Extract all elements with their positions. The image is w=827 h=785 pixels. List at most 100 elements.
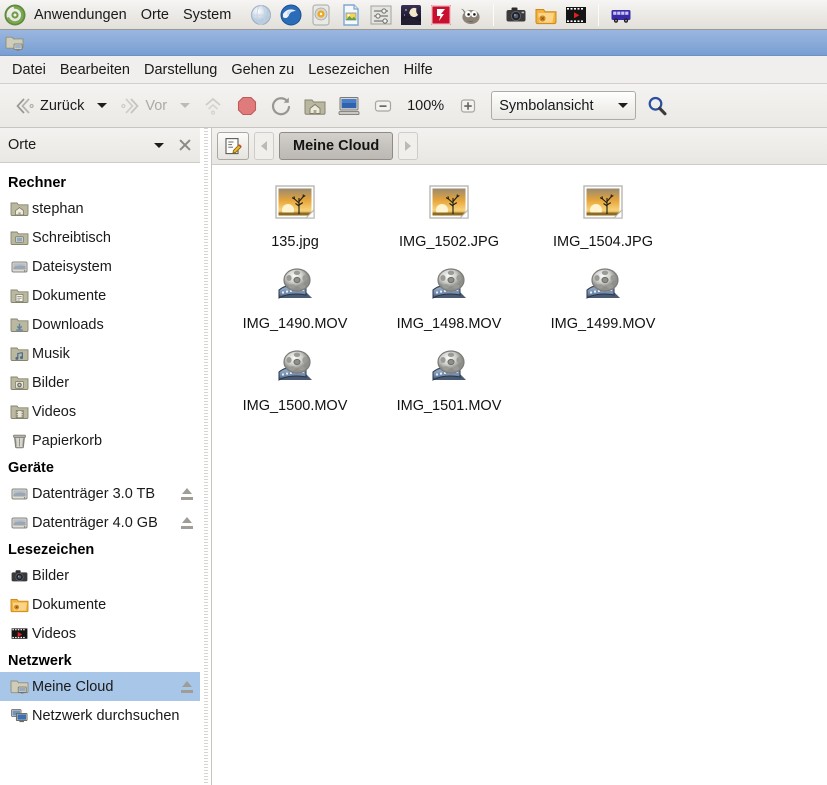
sidebar-group-header: Rechner	[8, 175, 67, 191]
sidebar-item-datentr-ger-3-0-tb[interactable]: Datenträger 3.0 TB	[0, 479, 200, 508]
camera-icon[interactable]	[504, 3, 528, 27]
menu-gehen-zu[interactable]: Gehen zu	[224, 58, 301, 82]
file-name-label: IMG_1498.MOV	[396, 316, 502, 332]
stop-button[interactable]	[230, 90, 264, 122]
zoom-in-button[interactable]	[451, 90, 485, 122]
gnome-footprint-logo-icon[interactable]	[4, 4, 26, 26]
file-item[interactable]: IMG_1498.MOV	[372, 266, 526, 348]
filezilla-icon[interactable]	[429, 3, 453, 27]
sidebar-item-papierkorb[interactable]: Papierkorb	[0, 426, 200, 455]
file-item[interactable]: IMG_1499.MOV	[526, 266, 680, 348]
sidebar-item-dateisystem[interactable]: Dateisystem	[0, 252, 200, 281]
gimp-icon[interactable]	[459, 3, 483, 27]
libreoffice-draw-icon[interactable]	[339, 3, 363, 27]
file-name-label: IMG_1490.MOV	[242, 316, 348, 332]
sidebar-item-schreibtisch[interactable]: Schreibtisch	[0, 223, 200, 252]
window-titlebar[interactable]	[0, 30, 827, 56]
computer-button[interactable]	[332, 90, 366, 122]
image-thumbnail-icon	[424, 184, 474, 230]
sidebar-item-downloads[interactable]: Downloads	[0, 310, 200, 339]
menu-bearbeiten[interactable]: Bearbeiten	[53, 58, 137, 82]
forward-button: Vor	[113, 90, 172, 122]
file-item[interactable]: IMG_1490.MOV	[218, 266, 372, 348]
sidebar-item-datentr-ger-4-0-gb[interactable]: Datenträger 4.0 GB	[0, 508, 200, 537]
breadcrumb-meine-cloud[interactable]: Meine Cloud	[279, 132, 394, 160]
thunderbird-mail-icon[interactable]	[279, 3, 303, 27]
panel-separator-2	[598, 3, 600, 26]
sidebar-item-dokumente[interactable]: Dokumente	[0, 281, 200, 310]
menu-darstellung[interactable]: Darstellung	[137, 58, 224, 82]
stellarium-night-sky-icon[interactable]	[399, 3, 423, 27]
view-mode-select[interactable]: Symbolansicht	[491, 91, 637, 120]
menu-datei[interactable]: Datei	[5, 58, 53, 82]
zoom-level-label: 100%	[407, 97, 445, 114]
web-browser-icon[interactable]	[249, 3, 273, 27]
file-item[interactable]: 135.jpg	[218, 184, 372, 266]
sidebar-item-label: Downloads	[32, 316, 104, 333]
file-icon-view[interactable]: 135.jpg IMG_1502.JPG IMG_1504.JPG IMG_1490.…	[212, 166, 827, 785]
home-folder-icon	[10, 200, 29, 217]
stop-octagon-icon	[235, 94, 259, 118]
sidebar-list: Rechner stephan Schreibtisch Dateisystem Dok…	[0, 163, 200, 730]
sidebar-item-stephan[interactable]: stephan	[0, 194, 200, 223]
sidebar-item-meine-cloud[interactable]: Meine Cloud	[0, 672, 200, 701]
close-icon[interactable]	[178, 138, 192, 152]
menu-lesezeichen[interactable]: Lesezeichen	[301, 58, 396, 82]
navigation-toolbar: Zurück Vor 100% Symbolansicht	[0, 84, 827, 128]
downloads-folder-icon	[10, 316, 29, 333]
home-button[interactable]	[298, 90, 332, 122]
file-item[interactable]: IMG_1500.MOV	[218, 348, 372, 430]
path-next-button	[398, 132, 419, 160]
sidebar-item-netzwerk-durchsuchen[interactable]: Netzwerk durchsuchen	[0, 701, 200, 730]
folder-archive-icon	[10, 596, 29, 613]
panel-menu-system[interactable]: System	[176, 1, 238, 29]
file-name-label: 135.jpg	[271, 234, 319, 250]
file-item[interactable]: IMG_1504.JPG	[526, 184, 680, 266]
image-thumbnail-icon	[578, 184, 628, 230]
eject-icon[interactable]	[180, 487, 194, 500]
sidebar-item-dokumente[interactable]: Dokumente	[0, 590, 200, 619]
sidebar-item-musik[interactable]: Musik	[0, 339, 200, 368]
sidebar-item-bilder[interactable]: Bilder	[0, 368, 200, 397]
sidebar-item-label: Musik	[32, 345, 70, 362]
chevron-down-icon[interactable]	[154, 142, 164, 148]
sidebar-group-header: Netzwerk	[8, 653, 72, 669]
sidebar-item-videos[interactable]: Videos	[0, 397, 200, 426]
drive-harddisk-icon	[10, 485, 29, 502]
sidebar-item-bilder[interactable]: Bilder	[0, 561, 200, 590]
back-button[interactable]: Zurück	[8, 90, 89, 122]
plus-icon	[456, 94, 480, 118]
bus-icon[interactable]	[609, 3, 633, 27]
audio-mixer-icon[interactable]	[369, 3, 393, 27]
edit-location-button[interactable]	[217, 132, 249, 160]
back-dropdown-arrow[interactable]	[97, 103, 108, 108]
sidebar-group-header: Lesezeichen	[8, 542, 95, 558]
sidebar-item-videos[interactable]: Videos	[0, 619, 200, 648]
network-folder-icon	[10, 678, 29, 695]
eject-icon[interactable]	[180, 680, 194, 693]
desktop-folder-icon	[10, 229, 29, 246]
file-name-label: IMG_1500.MOV	[242, 398, 348, 414]
file-name-label: IMG_1504.JPG	[553, 234, 653, 250]
documents-folder-icon	[10, 287, 29, 304]
sidebar-item-label: stephan	[32, 200, 84, 217]
sidebar-splitter[interactable]	[200, 128, 212, 785]
media-disc-icon[interactable]	[309, 3, 333, 27]
panel-menu-anwendungen[interactable]: Anwendungen	[27, 1, 134, 29]
menu-hilfe[interactable]: Hilfe	[397, 58, 440, 82]
folder-archive-icon[interactable]	[534, 3, 558, 27]
search-button[interactable]	[640, 90, 674, 122]
breadcrumb-label: Meine Cloud	[293, 138, 380, 154]
reload-button[interactable]	[264, 90, 298, 122]
file-item[interactable]: IMG_1502.JPG	[372, 184, 526, 266]
arrow-left-icon	[13, 94, 37, 118]
sidebar-item-label: Videos	[32, 625, 77, 642]
eject-icon[interactable]	[180, 516, 194, 529]
view-mode-label: Symbolansicht	[499, 97, 594, 114]
panel-menu-orte[interactable]: Orte	[134, 1, 176, 29]
file-item[interactable]: IMG_1501.MOV	[372, 348, 526, 430]
arrow-right-icon	[118, 94, 142, 118]
video-player-icon[interactable]	[564, 3, 588, 27]
image-thumbnail-icon	[270, 184, 320, 230]
zoom-out-button[interactable]	[366, 90, 400, 122]
